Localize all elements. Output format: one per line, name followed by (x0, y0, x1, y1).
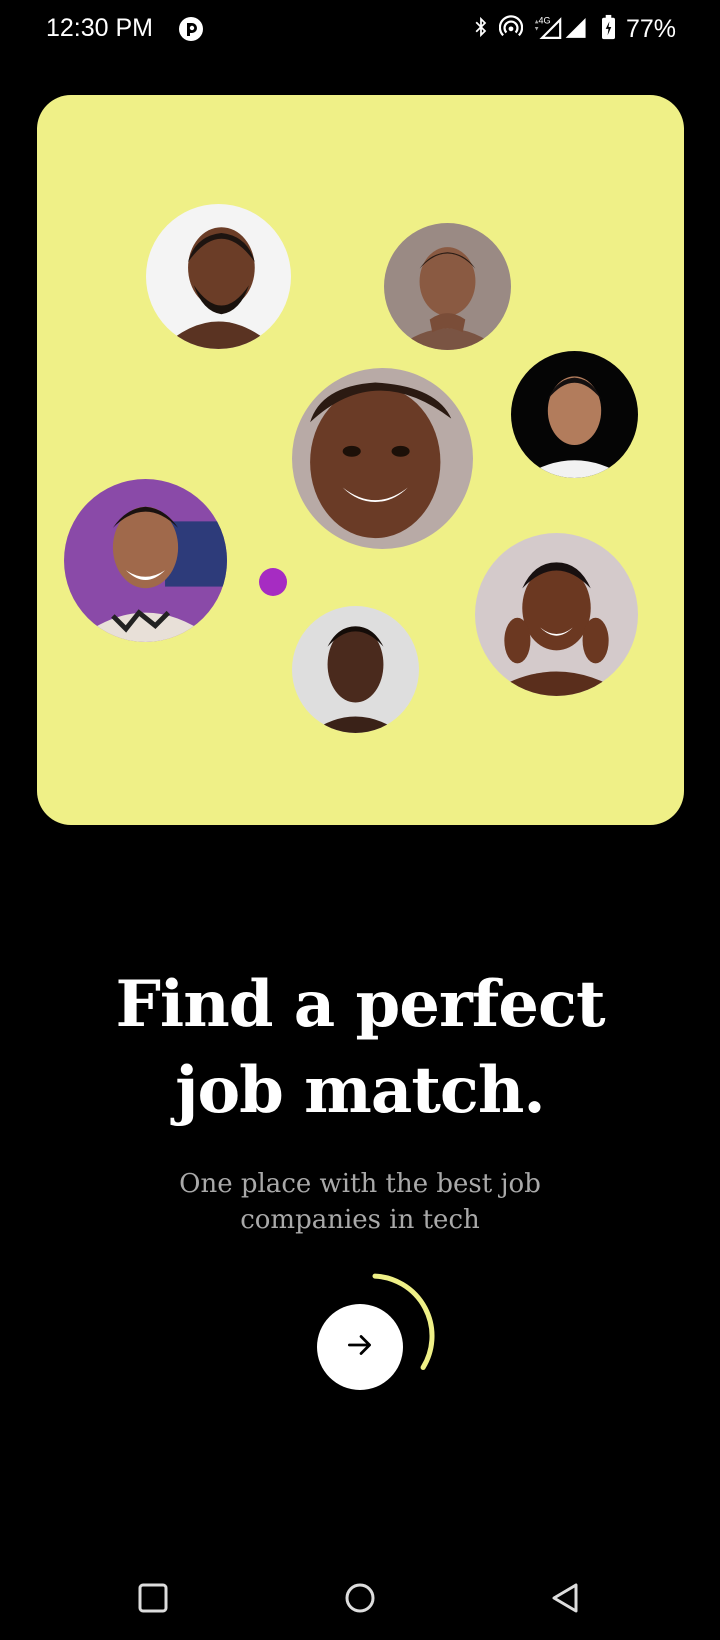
home-circle-icon[interactable] (338, 1576, 382, 1620)
svg-text:4G: 4G (538, 15, 550, 25)
system-nav-bar (0, 1560, 720, 1640)
bluetooth-icon (473, 15, 489, 44)
hotspot-icon (498, 14, 524, 44)
status-icons: 4G 77% (473, 12, 676, 46)
arrow-right-icon (343, 1328, 377, 1367)
avatar-photo (292, 368, 473, 549)
hero-illustration (37, 95, 684, 825)
onboarding-subtitle: One place with the best job companies in… (179, 1169, 541, 1235)
avatar-photo (146, 204, 291, 349)
app-badge-icon (178, 16, 204, 42)
back-triangle-icon[interactable] (543, 1576, 587, 1620)
onboarding-headline: Find a perfect job match. (115, 967, 605, 1128)
decorative-dot (259, 568, 287, 596)
battery-percent: 77% (625, 14, 676, 43)
battery-charging-icon (601, 14, 616, 45)
status-time: 12:30 PM (46, 14, 154, 42)
next-button[interactable] (317, 1304, 403, 1390)
status-bar: 12:30 PM 4G 77% (0, 0, 720, 60)
avatar-photo (475, 533, 638, 696)
avatar-photo (511, 351, 638, 478)
avatar-photo (64, 479, 227, 642)
avatar-photo (292, 606, 419, 733)
avatar-photo (384, 223, 511, 350)
recents-square-icon[interactable] (131, 1576, 175, 1620)
signal-icon: 4G (533, 14, 591, 45)
